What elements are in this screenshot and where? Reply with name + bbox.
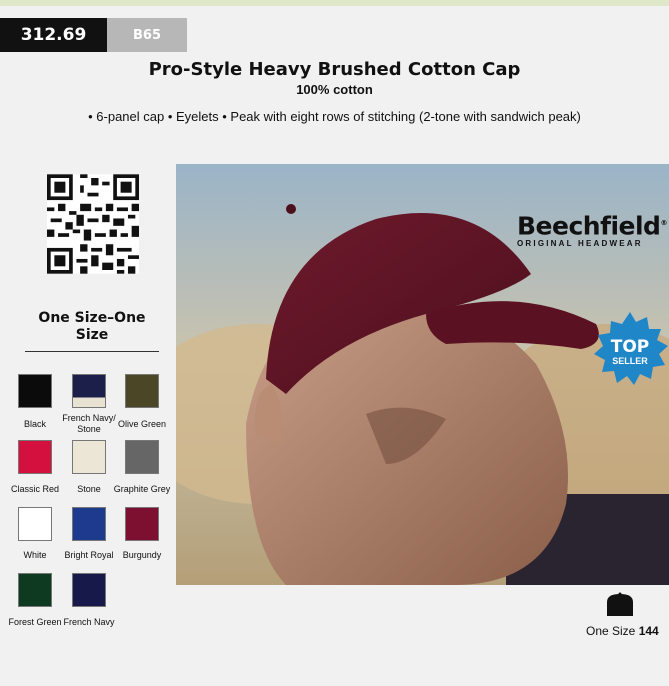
badge-line1: TOP: [611, 337, 650, 357]
swatch-label: Olive Green: [117, 419, 167, 429]
brand-name: Beechfield: [517, 211, 661, 241]
swatch-graphite-grey[interactable]: [125, 440, 159, 474]
product-features: • 6-panel cap • Eyelets • Peak with eigh…: [88, 109, 581, 124]
swatch-bright-royal[interactable]: [72, 507, 106, 541]
size-quantity: One Size 144: [586, 624, 669, 638]
swatch-olive-green[interactable]: [125, 374, 159, 408]
top-seller-badge: TOP SELLER: [594, 312, 668, 385]
swatch-classic-red[interactable]: [18, 440, 52, 474]
swatch-french-navy[interactable]: [72, 573, 106, 607]
swatch-label: French Navy: [63, 617, 115, 627]
swatch-stone[interactable]: [72, 440, 106, 474]
product-code: 312.69: [0, 18, 107, 52]
size-divider: [25, 351, 159, 352]
swatch-white[interactable]: [18, 507, 52, 541]
brand-logo: Beechfield® ORIGINAL HEADWEAR: [517, 210, 669, 249]
swatch-label: Graphite Grey: [113, 484, 171, 494]
badge-line2: SELLER: [612, 356, 648, 366]
brand-tagline: ORIGINAL HEADWEAR: [517, 239, 643, 249]
top-accent-bar: [0, 0, 669, 6]
swatch-black[interactable]: [18, 374, 52, 408]
carton-count: 144: [638, 624, 659, 638]
swatch-burgundy[interactable]: [125, 507, 159, 541]
product-title: Pro-Style Heavy Brushed Cotton Cap: [148, 59, 521, 80]
brand-reference: B65: [107, 18, 187, 52]
swatch-forest-green[interactable]: [18, 573, 52, 607]
qr-code: [47, 174, 139, 274]
swatch-label: Burgundy: [122, 550, 162, 560]
size-heading: One Size–One Size: [38, 310, 146, 343]
swatch-french-navy-stone[interactable]: [72, 374, 106, 408]
cap-size-icon: [607, 592, 633, 616]
size-label: One Size: [586, 624, 636, 638]
product-material: 100% cotton: [296, 82, 373, 97]
registered-mark: ®: [660, 219, 667, 227]
